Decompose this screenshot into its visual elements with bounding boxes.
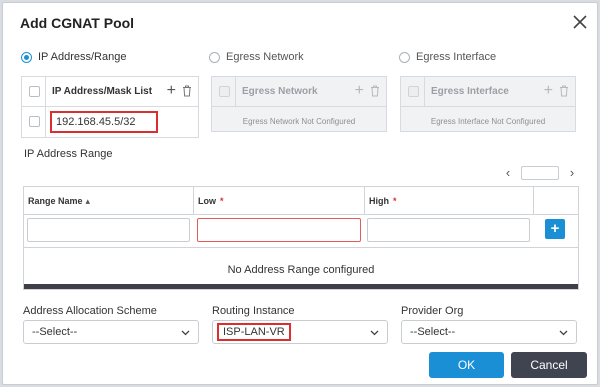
page-number-input[interactable] xyxy=(521,165,559,180)
trash-icon[interactable] xyxy=(182,85,192,97)
prev-page-icon[interactable]: ‹ xyxy=(503,165,513,180)
address-range-table: Range Name ▴ Low * High * + No Address Rang… xyxy=(23,186,579,290)
radio-selected-icon xyxy=(21,51,32,63)
empty-message: No Address Range configured xyxy=(227,264,375,276)
add-icon: + xyxy=(354,82,364,99)
sort-icon[interactable]: ▴ xyxy=(86,196,91,206)
select-value: ISP-LAN-VR xyxy=(217,323,291,341)
address-allocation-select[interactable]: --Select-- xyxy=(23,320,199,344)
low-input[interactable] xyxy=(197,218,361,242)
high-input[interactable] xyxy=(367,218,530,242)
field-label: Routing Instance xyxy=(212,305,295,317)
chevron-down-icon xyxy=(370,330,379,336)
select-value: --Select-- xyxy=(32,326,78,338)
ok-button[interactable]: OK xyxy=(429,352,504,378)
section-title: IP Address Range xyxy=(24,148,113,160)
column-header-low: Low * xyxy=(194,187,365,215)
radio-egress-network[interactable]: Egress Network xyxy=(209,51,304,63)
select-all-checkbox xyxy=(408,86,419,97)
select-value: --Select-- xyxy=(410,326,456,338)
chevron-down-icon xyxy=(181,330,190,336)
empty-message: Egress Network Not Configured xyxy=(242,117,356,126)
field-label: Address Allocation Scheme xyxy=(23,305,157,317)
column-header: Egress Interface xyxy=(431,86,509,97)
cancel-button[interactable]: Cancel xyxy=(511,352,587,378)
empty-message: Egress Interface Not Configured xyxy=(430,117,546,126)
field-label: Provider Org xyxy=(401,305,464,317)
range-name-input[interactable] xyxy=(27,218,190,242)
close-icon[interactable] xyxy=(571,13,589,31)
provider-org-select[interactable]: --Select-- xyxy=(401,320,577,344)
column-header-high: High * xyxy=(365,187,534,215)
list-item: 192.168.45.5/32 xyxy=(22,107,198,137)
column-header: Egress Network xyxy=(242,86,318,97)
add-icon[interactable]: + xyxy=(167,81,176,101)
ip-address-value[interactable]: 192.168.45.5/32 xyxy=(50,111,158,133)
radio-egress-interface[interactable]: Egress Interface xyxy=(399,51,496,63)
radio-label: Egress Interface xyxy=(416,51,497,63)
egress-interface-list: Egress Interface + Egress Interface Not … xyxy=(400,76,576,132)
trash-icon xyxy=(370,85,380,97)
scrollbar[interactable] xyxy=(24,284,578,289)
radio-icon xyxy=(399,51,410,63)
add-range-button[interactable]: + xyxy=(545,219,565,239)
chevron-down-icon xyxy=(559,330,568,336)
radio-label: Egress Network xyxy=(226,51,304,63)
select-all-checkbox xyxy=(219,86,230,97)
add-icon: + xyxy=(543,82,553,99)
radio-icon xyxy=(209,51,220,63)
trash-icon xyxy=(559,85,569,97)
column-header: IP Address/Mask List xyxy=(52,86,153,97)
pagination: ‹ › xyxy=(503,165,577,180)
radio-label: IP Address/Range xyxy=(38,51,127,63)
dialog-title: Add CGNAT Pool xyxy=(20,15,135,31)
radio-ip-address-range[interactable]: IP Address/Range xyxy=(21,51,126,63)
ip-address-list: IP Address/Mask List + 192.168.45.5/32 xyxy=(21,76,199,138)
next-page-icon[interactable]: › xyxy=(567,165,577,180)
row-checkbox[interactable] xyxy=(29,116,40,127)
routing-instance-select[interactable]: ISP-LAN-VR xyxy=(212,320,388,344)
add-cgnat-pool-dialog: Add CGNAT Pool IP Address/Range Egress N… xyxy=(2,2,598,385)
egress-network-list: Egress Network + Egress Network Not Conf… xyxy=(211,76,387,132)
column-header-range-name[interactable]: Range Name ▴ xyxy=(24,187,194,215)
select-all-checkbox[interactable] xyxy=(29,86,40,97)
